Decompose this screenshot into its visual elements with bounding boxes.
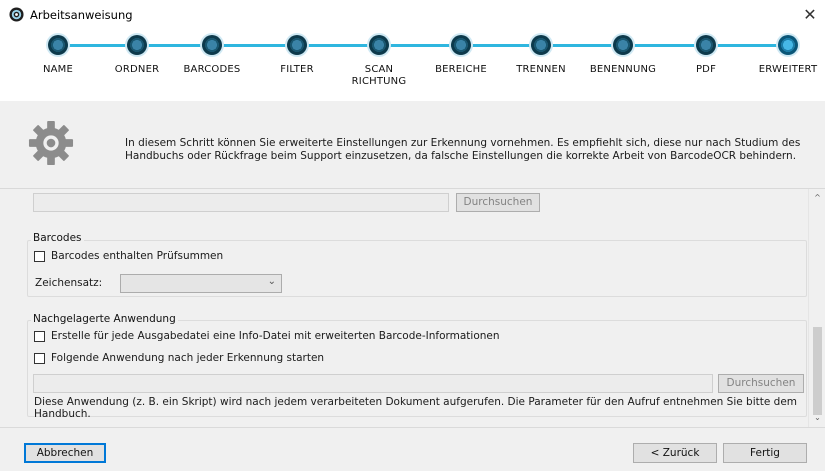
step-dot-icon <box>127 35 147 55</box>
charset-select[interactable]: ⌄ <box>120 274 282 293</box>
run-app-checkbox[interactable] <box>34 352 45 364</box>
step-label: PDF <box>695 64 717 75</box>
step-info: In diesem Schritt können Sie erweiterte … <box>0 101 825 189</box>
step-dot-icon <box>531 35 551 55</box>
step-trennen: TRENNEN <box>496 35 586 76</box>
close-button[interactable]: ✕ <box>795 0 825 29</box>
charset-label: Zeichensatz: <box>35 277 103 289</box>
step-label: BARCODES <box>183 64 241 75</box>
scrollbar-thumb[interactable] <box>813 327 822 415</box>
gear-icon <box>28 120 74 166</box>
checksum-label: Barcodes enthalten Prüfsummen <box>51 250 224 262</box>
step-label: BENENNUNG <box>589 64 657 75</box>
info-file-checkbox[interactable] <box>34 330 45 342</box>
chevron-down-icon: ⌄ <box>267 276 276 287</box>
step-dot-icon <box>369 35 389 55</box>
finish-button[interactable]: Fertig <box>723 443 807 463</box>
step-description: In diesem Schritt können Sie erweiterte … <box>125 137 801 162</box>
step-dot-icon <box>696 35 716 55</box>
window-title: Arbeitsanweisung <box>30 8 133 22</box>
post-app-group-title: Nachgelagerte Anwendung <box>31 313 178 325</box>
scroll-up-icon[interactable]: ^ <box>809 193 825 202</box>
run-app-option[interactable]: Folgende Anwendung nach jeder Erkennung … <box>34 352 324 364</box>
barcodes-group-title: Barcodes <box>31 232 84 244</box>
title-bar: Arbeitsanweisung ✕ <box>0 0 825 29</box>
top-path-field[interactable] <box>33 193 449 212</box>
step-label: ERWEITERT <box>758 64 818 75</box>
top-browse-button[interactable]: Durchsuchen <box>456 193 540 212</box>
step-name: NAME <box>13 35 103 76</box>
step-label: TRENNEN <box>516 64 566 75</box>
vertical-scrollbar[interactable]: ^ ⌄ <box>808 189 825 427</box>
app-browse-button[interactable]: Durchsuchen <box>718 374 804 393</box>
cancel-button[interactable]: Abbrechen <box>24 443 106 463</box>
app-gear-icon <box>9 7 24 22</box>
info-file-label: Erstelle für jede Ausgabedatei eine Info… <box>51 330 500 342</box>
run-app-label: Folgende Anwendung nach jeder Erkennung … <box>51 352 325 364</box>
scroll-down-icon[interactable]: ⌄ <box>809 413 825 422</box>
step-scan-richtung: SCAN RICHTUNG <box>334 35 424 88</box>
step-label: SCAN RICHTUNG <box>351 64 407 87</box>
step-dot-icon <box>613 35 633 55</box>
step-bereiche: BEREICHE <box>416 35 506 76</box>
step-filter: FILTER <box>252 35 342 76</box>
info-file-option[interactable]: Erstelle für jede Ausgabedatei eine Info… <box>34 330 500 342</box>
app-description: Diese Anwendung (z. B. ein Skript) wird … <box>34 396 798 420</box>
step-pdf: PDF <box>661 35 751 76</box>
settings-panel[interactable]: Durchsuchen Barcodes Barcodes enthalten … <box>0 189 825 427</box>
checksum-checkbox[interactable] <box>34 250 45 262</box>
step-dot-icon <box>778 35 798 55</box>
step-dot-icon <box>202 35 222 55</box>
step-dot-icon <box>287 35 307 55</box>
step-label: FILTER <box>280 64 314 75</box>
step-erweitert: ERWEITERT <box>743 35 825 76</box>
step-dot-icon <box>48 35 68 55</box>
step-barcodes: BARCODES <box>167 35 257 76</box>
step-dot-icon <box>451 35 471 55</box>
footer: Abbrechen < Zurück Fertig <box>0 427 825 471</box>
step-label: BEREICHE <box>435 64 487 75</box>
close-icon: ✕ <box>803 5 817 24</box>
step-benennung: BENENNUNG <box>578 35 668 76</box>
step-label: NAME <box>42 64 74 75</box>
app-path-field[interactable] <box>33 374 713 393</box>
back-button[interactable]: < Zurück <box>633 443 717 463</box>
wizard-steps: NAME ORDNER BARCODES FILTER SCAN RICHTUNG BERE… <box>0 29 825 101</box>
checksum-option[interactable]: Barcodes enthalten Prüfsummen <box>34 250 223 262</box>
